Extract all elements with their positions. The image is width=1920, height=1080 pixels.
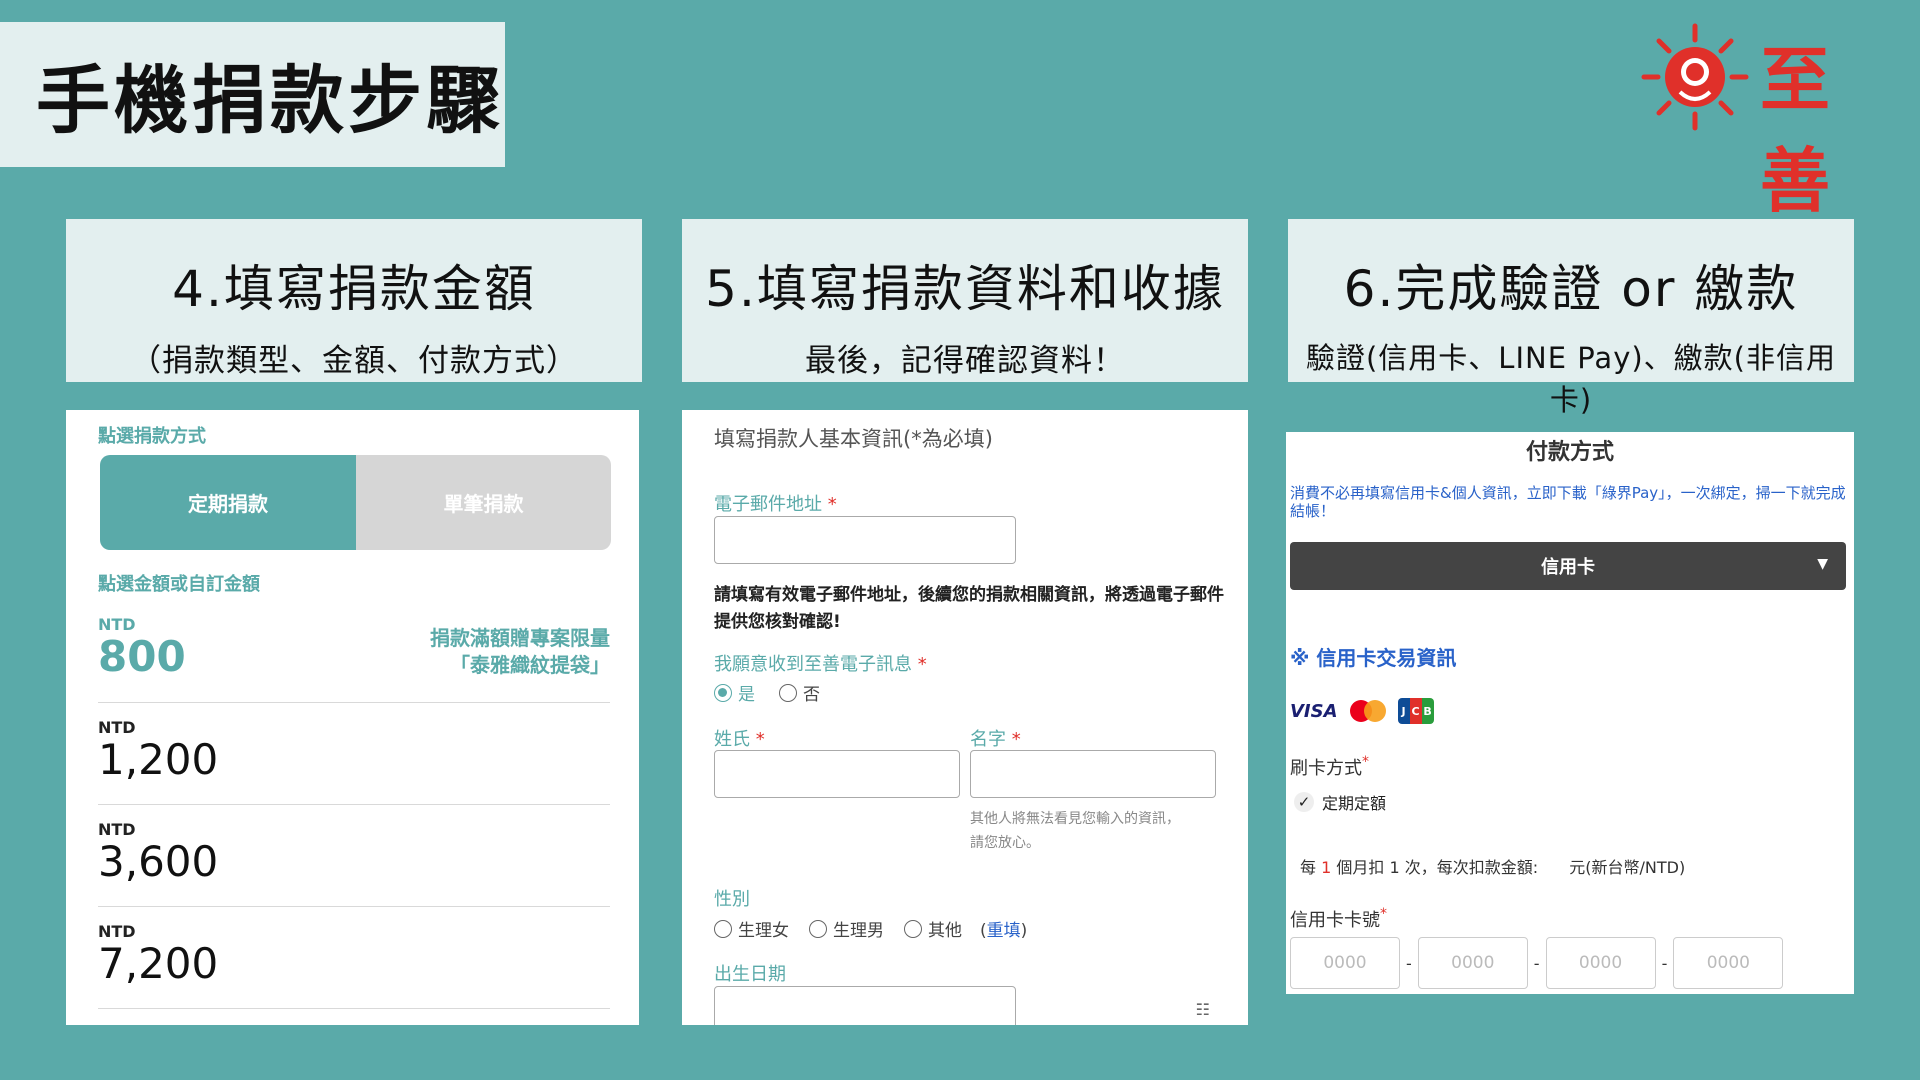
step-5-title: 5.填寫捐款資料和收據: [705, 260, 1225, 318]
gender-other-label: 其他: [928, 921, 962, 941]
chevron-down-icon: ▼: [1817, 556, 1828, 572]
step-4-title: 4.填寫捐款金額: [172, 260, 536, 318]
newsletter-no-label: 否: [803, 685, 820, 705]
newsletter-yes-label: 是: [738, 685, 755, 705]
gender-male-label: 生理男: [833, 921, 884, 941]
payment-title: 付款方式: [1525, 440, 1614, 465]
donor-info-title: 填寫捐款人基本資訊(*為必填): [714, 427, 993, 451]
card-number-input-3[interactable]: 0000: [1545, 937, 1656, 989]
gender-female-radio[interactable]: [714, 919, 732, 938]
billing-cycle-text: 每 1 個月扣 1 次，每次扣款金額: 元(新台幣/NTD): [1300, 858, 1686, 877]
card-number-input-2[interactable]: 0000: [1417, 937, 1528, 989]
amount-label: 點選金額或自訂金額: [98, 574, 260, 595]
step-5-subtitle: 最後，記得確認資料！: [805, 343, 1125, 379]
recurring-option-label: 定期定額: [1322, 794, 1387, 813]
cc-info-heading: ※ 信用卡交易資訊: [1290, 646, 1457, 670]
logo-text: 至善: [1760, 38, 1834, 222]
visa-logo-icon: VISA: [1290, 700, 1338, 722]
birthday-input[interactable]: [714, 986, 1016, 1025]
gender-label: 性別: [714, 889, 750, 910]
page-title: 手機捐款步驟: [36, 58, 504, 144]
amount-option-800[interactable]: NTD 800 捐款滿額贈專案限量 「泰雅織紋提袋」: [98, 615, 610, 703]
newsletter-options: 是 否: [714, 680, 820, 705]
gift-line-1: 捐款滿額贈專案限量: [430, 626, 610, 650]
payment-panel: 付款方式 消費不必再填寫信用卡&個人資訊，立即下載「綠界Pay」，一次綁定，掃一…: [1286, 432, 1854, 994]
card-number-input-1[interactable]: 0000: [1290, 937, 1400, 989]
payment-method-select[interactable]: 信用卡 ▼: [1290, 542, 1846, 590]
gender-other-radio[interactable]: [904, 919, 922, 938]
step-6-subtitle: 驗證(信用卡、LINE Pay)、繳款(非信用卡): [1305, 341, 1836, 417]
swipe-method-label: 刷卡方式*: [1290, 754, 1369, 779]
step-6-header: 6.完成驗證 or 繳款 驗證(信用卡、LINE Pay)、繳款(非信用卡): [1288, 219, 1854, 417]
card-brand-logos: VISA J C B: [1290, 698, 1434, 724]
gender-reset-link[interactable]: 重填: [987, 921, 1021, 941]
gender-male-radio[interactable]: [809, 919, 827, 938]
mastercard-logo-icon: [1349, 700, 1386, 722]
amount-panel: 點選捐款方式 定期捐款 單筆捐款 點選金額或自訂金額 NTD 800 捐款滿額贈…: [66, 410, 639, 1025]
privacy-hint: 其他人將無法看見您輸入的資訊， 請您放心。: [970, 811, 1180, 851]
jcb-logo-icon: J C B: [1397, 698, 1434, 724]
calendar-icon[interactable]: ☷: [1196, 1000, 1210, 1019]
donation-type-toggle: 定期捐款 單筆捐款: [100, 455, 611, 550]
gender-options: 生理女 生理男 其他 (重填): [714, 916, 1027, 941]
newsletter-yes-radio[interactable]: [714, 683, 732, 702]
step-4-subtitle: （捐款類型、金額、付款方式）: [130, 343, 578, 379]
gift-line-2: 「泰雅織紋提袋」: [450, 653, 610, 677]
amount-option-7200[interactable]: NTD 7,200: [98, 922, 610, 1009]
newsletter-no-radio[interactable]: [779, 683, 797, 702]
checkmark-icon: ✓: [1294, 792, 1314, 812]
email-note: 請填寫有效電子郵件地址，後續您的捐款相關資訊，將透過電子郵件提供您核對確認!: [714, 585, 1224, 633]
payment-method-value: 信用卡: [1541, 557, 1595, 578]
surname-label: 姓氏 *: [714, 729, 765, 750]
ecpay-promo-link[interactable]: 消費不必再填寫信用卡&個人資訊，立即下載「綠界Pay」，一次綁定，掃一下就完成結…: [1290, 484, 1850, 520]
step-4-header: 4.填寫捐款金額 （捐款類型、金額、付款方式）: [66, 219, 642, 382]
gender-reset: (重填): [980, 921, 1028, 941]
card-number-fields: 0000 - 0000 - 0000 - 0000: [1290, 937, 1784, 989]
single-donation-tab[interactable]: 單筆捐款: [356, 455, 611, 550]
card-number-label: 信用卡卡號*: [1290, 906, 1387, 931]
step-5-header: 5.填寫捐款資料和收據 最後，記得確認資料！: [682, 219, 1248, 382]
card-number-input-4[interactable]: 0000: [1673, 937, 1784, 989]
birthday-label: 出生日期: [714, 964, 786, 985]
given-name-label: 名字 *: [970, 729, 1021, 750]
given-name-input[interactable]: [970, 750, 1216, 798]
amount-option-3600[interactable]: NTD 3,600: [98, 820, 610, 907]
recurring-donation-tab[interactable]: 定期捐款: [100, 455, 356, 550]
email-input[interactable]: [714, 516, 1016, 564]
amount-value: 3,600: [98, 837, 219, 886]
surname-input[interactable]: [714, 750, 960, 798]
gift-promo: 捐款滿額贈專案限量 「泰雅織紋提袋」: [430, 625, 610, 679]
page-title-box: 手機捐款步驟: [0, 22, 505, 167]
amount-option-1200[interactable]: NTD 1,200: [98, 718, 610, 805]
logo: 至善: [1640, 22, 1900, 222]
amount-value: 1,200: [98, 735, 219, 784]
gender-female-label: 生理女: [738, 921, 789, 941]
sun-logo-icon: [1641, 23, 1749, 131]
amount-value: 7,200: [98, 939, 219, 988]
recurring-option[interactable]: ✓ 定期定額: [1294, 790, 1386, 814]
newsletter-label: 我願意收到至善電子訊息 *: [714, 654, 927, 675]
method-label: 點選捐款方式: [98, 426, 206, 447]
donor-info-panel: 填寫捐款人基本資訊(*為必填) 電子郵件地址 * 請填寫有效電子郵件地址，後續您…: [682, 410, 1248, 1025]
step-6-title: 6.完成驗證 or 繳款: [1343, 260, 1799, 318]
email-label: 電子郵件地址 *: [714, 494, 837, 515]
